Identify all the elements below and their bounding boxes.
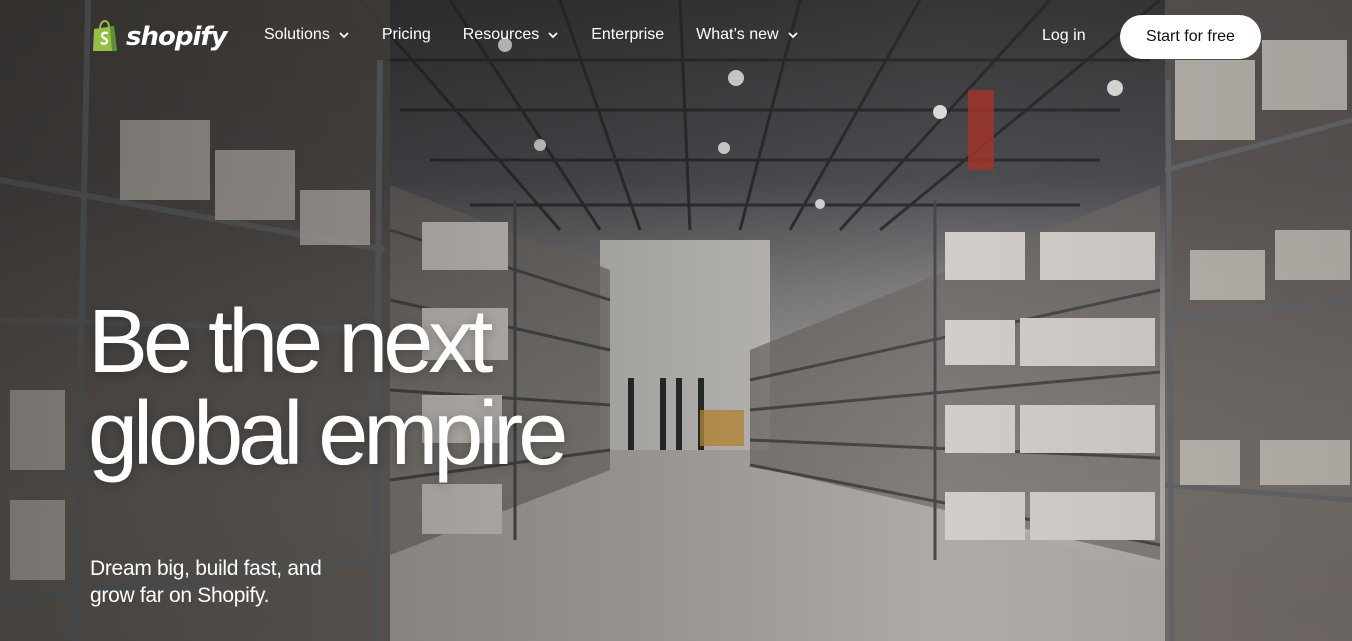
start-for-free-button[interactable]: Start for free [1120, 15, 1261, 59]
shopify-bag-icon [93, 20, 117, 51]
nav-item-label: Enterprise [591, 26, 665, 43]
nav-item-label: What’s new [696, 26, 779, 43]
nav-item-pricing[interactable]: Pricing [382, 26, 431, 44]
nav-item-label: Pricing [381, 26, 431, 43]
nav-item-solutions[interactable]: Solutions [264, 26, 350, 44]
chevron-down-icon [548, 32, 558, 39]
login-link[interactable]: Log in [1042, 27, 1086, 45]
nav-item-enterprise[interactable]: Enterprise [591, 26, 664, 44]
hero-subhead: Dream big, build fast, and grow far on S… [90, 557, 322, 607]
hero-headline-line2: global empire [88, 384, 568, 484]
hero-headline: Be the next global empire [88, 292, 568, 484]
nav-item-resources[interactable]: Resources [463, 26, 559, 44]
hero-headline-line1: Be the next [88, 292, 493, 392]
nav-item-whats-new[interactable]: What’s new [696, 26, 798, 44]
nav-item-label: Solutions [264, 26, 330, 43]
site-header: shopify Solutions Pricing Resources Ente… [0, 0, 1352, 76]
chevron-down-icon [339, 32, 349, 39]
main-nav: Solutions Pricing Resources Enterprise W… [264, 26, 831, 44]
chevron-down-icon [787, 32, 798, 39]
logo-wordmark: shopify [126, 21, 228, 52]
nav-item-label: Resources [462, 26, 540, 43]
shopify-logo[interactable]: shopify [90, 20, 228, 53]
